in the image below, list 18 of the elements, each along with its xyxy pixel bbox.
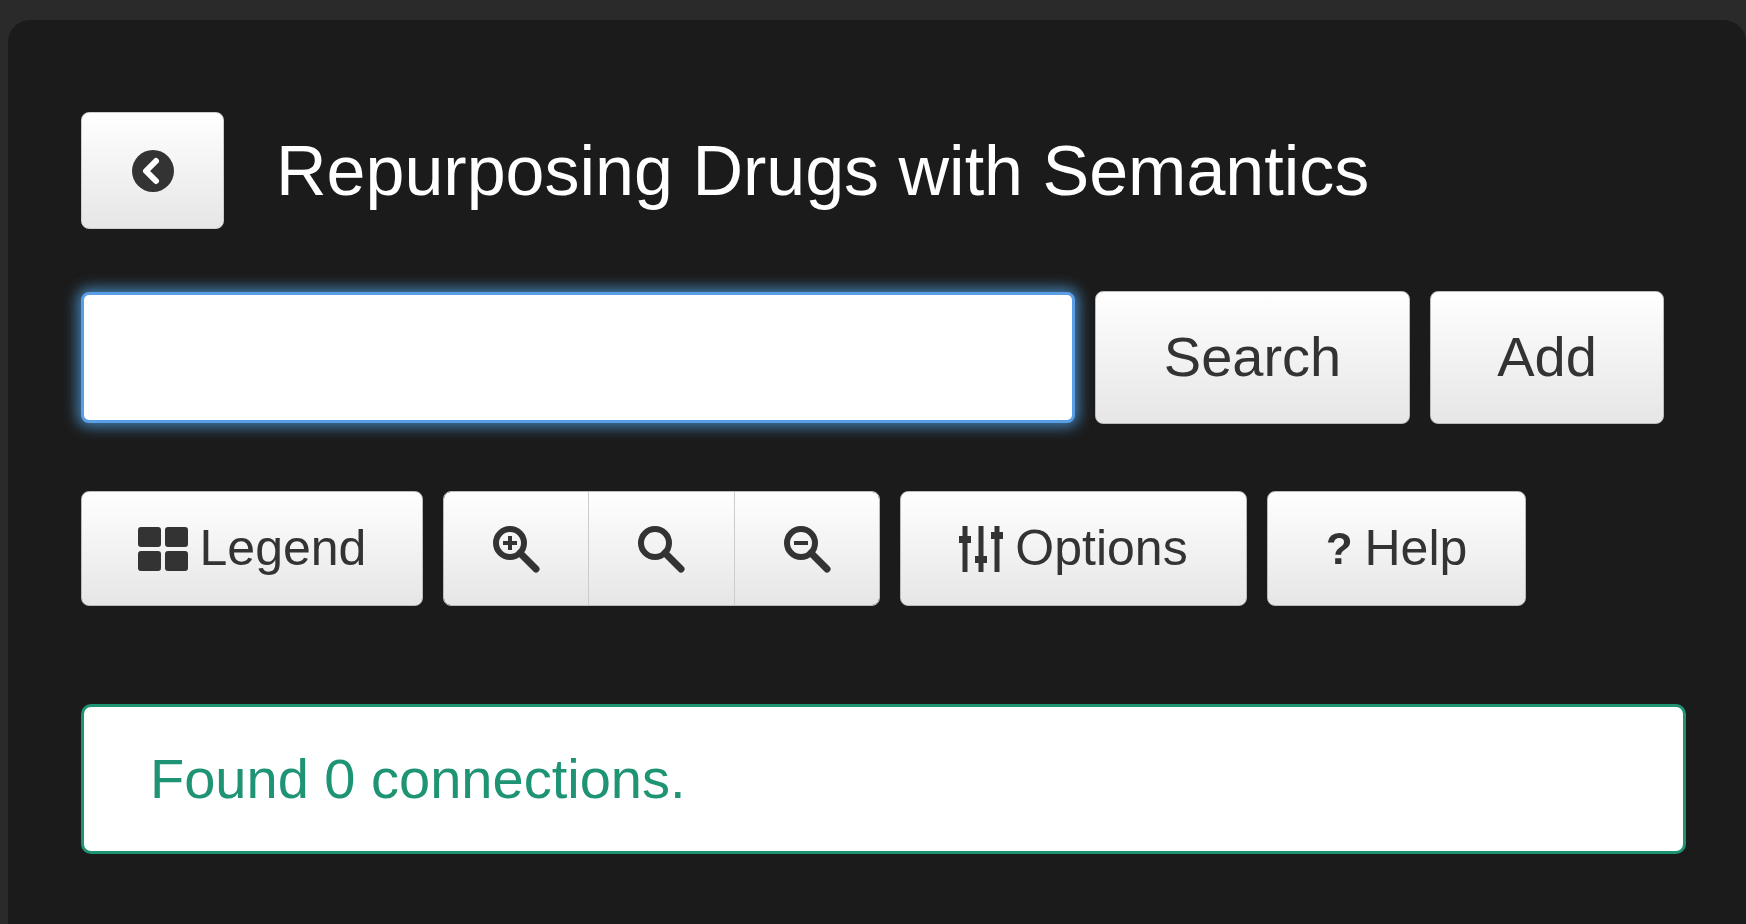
toolbar-button[interactable]: Options — [900, 491, 1247, 606]
zoom-out-button[interactable] — [733, 492, 879, 605]
alert-message: Found 0 connections. — [150, 746, 686, 812]
toolbar-button[interactable]: Legend — [81, 491, 423, 606]
toolbar-button[interactable]: ? Help — [1267, 491, 1526, 606]
back-button[interactable] — [81, 112, 224, 229]
search-action-button[interactable]: Add — [1430, 290, 1664, 424]
search-action-button[interactable]: Search — [1095, 290, 1410, 424]
back-icon — [131, 149, 174, 192]
help-icon: ? — [1325, 515, 1353, 582]
search-field[interactable] — [81, 291, 1075, 423]
search-icon — [637, 524, 686, 573]
zoom-in-icon — [492, 524, 541, 573]
zoom-in-button[interactable] — [444, 492, 589, 605]
zoom-reset-button[interactable] — [588, 492, 734, 605]
grid-icon — [137, 526, 188, 571]
zoom-out-icon — [782, 524, 831, 573]
sliders-icon — [959, 525, 1004, 572]
